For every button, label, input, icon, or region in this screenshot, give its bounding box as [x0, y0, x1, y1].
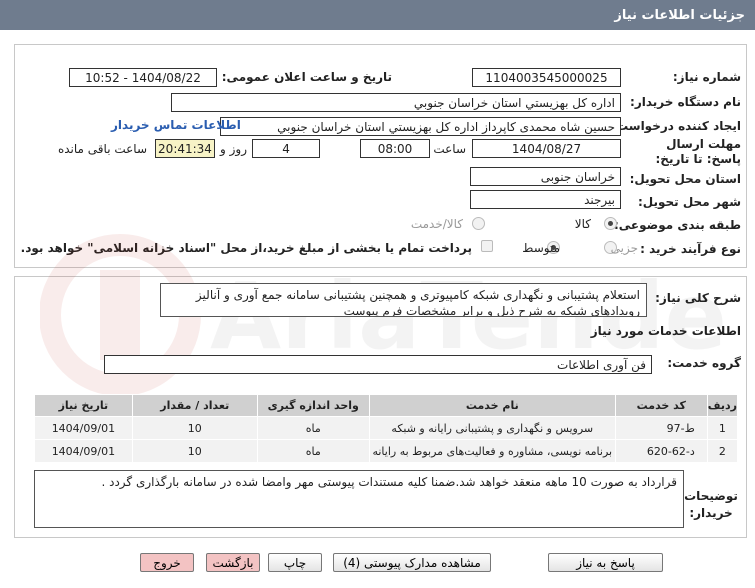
- attachments-button[interactable]: مشاهده مدارک پیوستی (4): [333, 553, 491, 572]
- cell-need-date: 1404/09/01: [34, 416, 133, 440]
- buyer-org-field: اداره کل بهزيستي استان خراسان جنوبي: [171, 93, 621, 112]
- cell-unit: ماه: [256, 416, 370, 440]
- cell-unit: ماه: [256, 439, 370, 463]
- back-button[interactable]: بازگشت: [206, 553, 260, 572]
- buyer-notes-label: توضیحات خریدار:: [684, 489, 738, 520]
- service-group-label: گروه خدمت:: [667, 356, 741, 370]
- category-goods-service-radio[interactable]: [472, 217, 485, 230]
- buyer-notes-textbox[interactable]: قرارداد به صورت 10 ماهه منعقد خواهد شد.ض…: [34, 470, 684, 528]
- cell-quantity: 10: [131, 416, 258, 440]
- deadline-date-field: 1404/08/27: [472, 139, 621, 158]
- col-need-date: تاریخ نیاز: [34, 394, 133, 417]
- cell-service-code: ط-97: [614, 416, 708, 440]
- col-quantity: تعداد / مقدار: [131, 394, 258, 417]
- announce-field: 1404/08/22 - 10:52: [69, 68, 217, 87]
- creator-label: ایجاد کننده درخواست:: [611, 119, 741, 133]
- cell-need-date: 1404/09/01: [34, 439, 133, 463]
- cell-quantity: 10: [131, 439, 258, 463]
- deadline-label: مهلت ارسال پاسخ: تا تاریخ:: [655, 137, 742, 166]
- deadline-time-field: 08:00: [360, 139, 430, 158]
- category-goods-service-label: کالا/خدمت: [410, 217, 463, 231]
- treasury-payment-checkbox[interactable]: [481, 240, 493, 252]
- creator-field: حسین شاه محمدی کاپرداز اداره کل بهزيستي …: [220, 117, 621, 136]
- cell-service-name: سرویس و نگهداری و پشتیبانی رایانه و شبکه: [368, 416, 616, 440]
- deadline-time-label: ساعت: [433, 142, 466, 156]
- announce-label: تاریخ و ساعت اعلان عمومی:: [221, 70, 392, 84]
- services-section-title: اطلاعات خدمات مورد نیاز: [590, 324, 741, 338]
- province-label: استان محل تحویل:: [629, 172, 741, 186]
- city-field: بیرجند: [470, 190, 621, 209]
- remaining-time-field: 20:41:34: [155, 139, 215, 158]
- col-service-code: کد خدمت: [614, 394, 708, 417]
- category-goods-radio[interactable]: [604, 217, 617, 230]
- col-row: ردیف: [706, 394, 739, 417]
- cell-service-name: برنامه نویسی، مشاوره و فعالیت‌های مربوط …: [368, 439, 616, 463]
- buyer-org-label: نام دستگاه خریدار:: [630, 95, 741, 109]
- need-number-field: 1104003545000025: [472, 68, 621, 87]
- exit-button[interactable]: خروج: [140, 553, 194, 572]
- days-label: روز و: [220, 142, 247, 156]
- days-field: 4: [252, 139, 320, 158]
- table-row[interactable]: 2 د-62-620 برنامه نویسی، مشاوره و فعالیت…: [34, 439, 739, 463]
- treasury-payment-note: پرداخت تمام یا بخشی از مبلغ خرید،از محل …: [20, 241, 472, 255]
- cell-row: 2: [706, 439, 739, 463]
- process-minor-label: جزیی: [610, 241, 638, 255]
- col-unit: واحد اندازه گیری: [256, 394, 370, 417]
- summary-textbox[interactable]: استعلام پشتیبانی و نگهداری شبکه کامپیوتر…: [160, 283, 647, 317]
- reply-button[interactable]: پاسخ به نیاز: [548, 553, 663, 572]
- service-group-field: فن آوری اطلاعات: [104, 355, 652, 374]
- col-service-name: نام خدمت: [368, 394, 616, 417]
- category-goods-label: کالا: [574, 217, 591, 231]
- process-label: نوع فرآیند خرید :: [640, 242, 741, 256]
- services-table: ردیف کد خدمت نام خدمت واحد اندازه گیری ت…: [34, 394, 739, 463]
- table-row[interactable]: 1 ط-97 سرویس و نگهداری و پشتیبانی رایانه…: [34, 416, 739, 440]
- summary-label: شرح کلی نیاز:: [655, 291, 741, 305]
- table-header-row: ردیف کد خدمت نام خدمت واحد اندازه گیری ت…: [34, 394, 739, 417]
- province-field: خراسان جنوبی: [470, 167, 621, 186]
- city-label: شهر محل تحویل:: [637, 195, 741, 209]
- buyer-contact-link[interactable]: اطلاعات تماس خریدار: [111, 118, 241, 132]
- need-number-label: شماره نیاز:: [672, 70, 741, 84]
- remaining-label: ساعت باقی مانده: [57, 142, 147, 156]
- process-medium-label: متوسط: [522, 241, 560, 255]
- cell-row: 1: [706, 416, 739, 440]
- category-label: طبقه بندی موضوعی:: [613, 218, 741, 232]
- page-title: جزئیات اطلاعات نیاز: [614, 7, 745, 23]
- page-header: جزئیات اطلاعات نیاز: [0, 0, 755, 30]
- cell-service-code: د-62-620: [614, 439, 708, 463]
- print-button[interactable]: چاپ: [268, 553, 322, 572]
